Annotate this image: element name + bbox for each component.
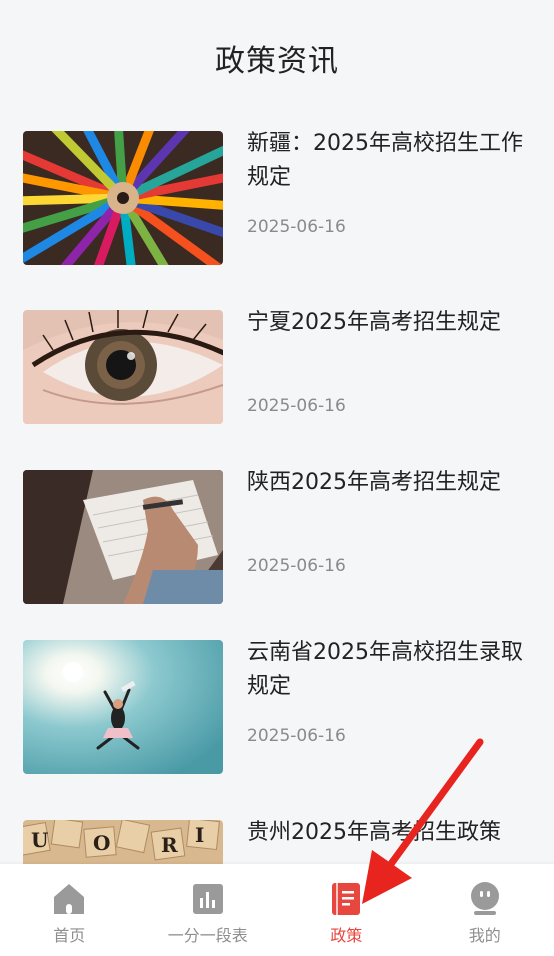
news-thumbnail [23, 310, 223, 424]
app-root: 政策资讯 新疆：2025年高校招生工作规定 2025-06-16 宁夏2025年… [0, 0, 554, 956]
news-date: 2025-06-16 [247, 396, 346, 416]
tab-mine-label: 我的 [468, 926, 501, 945]
news-title: 陕西2025年高考招生规定 [247, 470, 501, 495]
news-title: 云南省2025年高校招生录取规定 [247, 640, 523, 699]
news-title: 新疆：2025年高校招生工作规定 [247, 131, 523, 190]
news-item[interactable]: 宁夏2025年高考招生规定 2025-06-16 [0, 310, 554, 450]
svg-text:O: O [93, 831, 110, 855]
news-date: 2025-06-16 [247, 217, 346, 237]
news-title: 宁夏2025年高考招生规定 [247, 310, 501, 335]
news-thumbnail [23, 640, 223, 774]
tab-policy[interactable]: 政策 [277, 864, 416, 946]
tab-home[interactable]: 首页 [0, 864, 139, 946]
svg-text:I: I [195, 823, 204, 847]
news-thumbnail [23, 470, 223, 604]
tab-mine[interactable]: 我的 [416, 864, 554, 946]
tab-score-table-label: 一分一段表 [167, 926, 248, 945]
profile-icon [470, 882, 499, 915]
svg-text:U: U [31, 828, 48, 852]
news-date: 2025-06-16 [247, 556, 346, 576]
news-item[interactable]: 新疆：2025年高校招生工作规定 2025-06-16 [0, 131, 554, 271]
tab-policy-label: 政策 [330, 926, 363, 945]
tab-score-table[interactable]: 一分一段表 [139, 864, 278, 946]
book-icon [332, 883, 361, 915]
home-icon [54, 884, 85, 914]
news-thumbnail [23, 131, 223, 265]
news-date: 2025-06-16 [247, 726, 346, 746]
news-item[interactable]: 云南省2025年高校招生录取规定 2025-06-16 [0, 640, 554, 780]
news-title: 贵州2025年高考招生政策 [247, 820, 501, 845]
chart-icon [192, 884, 223, 914]
tab-home-label: 首页 [53, 926, 86, 945]
bottom-tab-bar: 首页 一分一段表 政策 我的 [0, 864, 554, 956]
page-title: 政策资讯 [215, 44, 339, 79]
svg-text:R: R [161, 833, 178, 857]
news-item[interactable]: 陕西2025年高考招生规定 2025-06-16 [0, 470, 554, 610]
